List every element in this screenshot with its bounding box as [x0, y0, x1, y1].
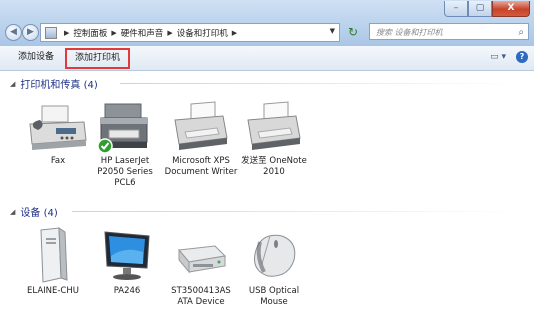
back-button[interactable]: ◀ [5, 24, 22, 41]
search-icon[interactable]: ⌕ [518, 24, 524, 41]
printer-icon [174, 101, 228, 150]
help-icon[interactable]: ? [516, 51, 528, 63]
device-label: HP LaserJet P2050 Series PCL6 [97, 156, 153, 188]
fax-icon [29, 105, 87, 150]
add-printer-button[interactable]: 添加打印机 [65, 48, 131, 69]
forward-button[interactable]: ▶ [22, 24, 39, 41]
monitor-icon [104, 231, 150, 280]
close-button[interactable]: X [492, 1, 530, 17]
device-label: ELAINE-CHU [27, 286, 79, 296]
printer-default-icon [97, 103, 148, 154]
chevron-right-icon[interactable]: ▶ [111, 29, 116, 37]
address-bar[interactable]: ▶ 控制面板 ▶ 硬件和声音 ▶ 设备和打印机 ▶ ▼ [40, 23, 340, 42]
minimize-button[interactable]: – [444, 1, 468, 17]
chevron-right-icon[interactable]: ▶ [167, 29, 172, 37]
device-label: Microsoft XPS Document Writer [164, 156, 238, 177]
device-fax[interactable]: Fax [20, 100, 96, 167]
hard-drive-icon [178, 245, 227, 274]
command-bar: 添加设备 添加打印机 ▭ ▾ ? [0, 46, 534, 71]
device-hp-laserjet[interactable]: HP LaserJet P2050 Series PCL6 [87, 100, 163, 189]
device-label: PA246 [113, 286, 141, 296]
device-label: Fax [50, 156, 66, 166]
chevron-right-icon[interactable]: ▶ [232, 29, 237, 37]
printer-icon [247, 101, 301, 150]
group-header-devices[interactable]: ◢ 设备 (4) [10, 204, 58, 220]
device-label: ST3500413AS ATA Device [171, 286, 231, 307]
device-mouse[interactable]: USB Optical Mouse [236, 226, 312, 308]
title-bar: – ▢ X ◀ ▶ ▶ 控制面板 ▶ 硬件和声音 ▶ 设备和打印机 ▶ ▼ ↻ … [0, 0, 534, 46]
group-divider [72, 211, 522, 212]
device-computer[interactable]: ELAINE-CHU [15, 226, 91, 297]
window-controls: – ▢ X [444, 1, 530, 17]
group-header-printers[interactable]: ◢ 打印机和传真 (4) [10, 76, 98, 92]
search-placeholder: 搜索 设备和打印机 [376, 28, 443, 37]
add-device-button[interactable]: 添加设备 [14, 51, 58, 64]
collapse-triangle-icon[interactable]: ◢ [10, 208, 15, 216]
collapse-triangle-icon[interactable]: ◢ [10, 80, 15, 88]
device-onenote[interactable]: 发送至 OneNote 2010 [236, 100, 312, 178]
breadcrumb-devices-printers[interactable]: 设备和打印机 [177, 27, 228, 39]
device-monitor[interactable]: PA246 [89, 226, 165, 297]
breadcrumb-hardware-sound[interactable]: 硬件和声音 [121, 27, 164, 39]
device-label: USB Optical Mouse [248, 286, 300, 307]
device-xps-writer[interactable]: Microsoft XPS Document Writer [163, 100, 239, 178]
search-input[interactable]: 搜索 设备和打印机 ⌕ [369, 23, 529, 40]
control-panel-icon [45, 26, 57, 39]
maximize-button[interactable]: ▢ [468, 1, 492, 17]
computer-tower-icon [40, 227, 68, 283]
group-divider [120, 83, 520, 84]
mouse-icon [254, 234, 296, 277]
device-label: 发送至 OneNote 2010 [241, 156, 307, 177]
change-view-icon[interactable]: ▭ ▾ [490, 52, 506, 62]
breadcrumb-control-panel[interactable]: 控制面板 [73, 27, 107, 39]
chevron-right-icon[interactable]: ▶ [64, 29, 69, 37]
address-dropdown-icon[interactable]: ▼ [330, 27, 335, 35]
refresh-icon[interactable]: ↻ [343, 24, 363, 41]
device-hard-drive[interactable]: ST3500413AS ATA Device [163, 226, 239, 308]
